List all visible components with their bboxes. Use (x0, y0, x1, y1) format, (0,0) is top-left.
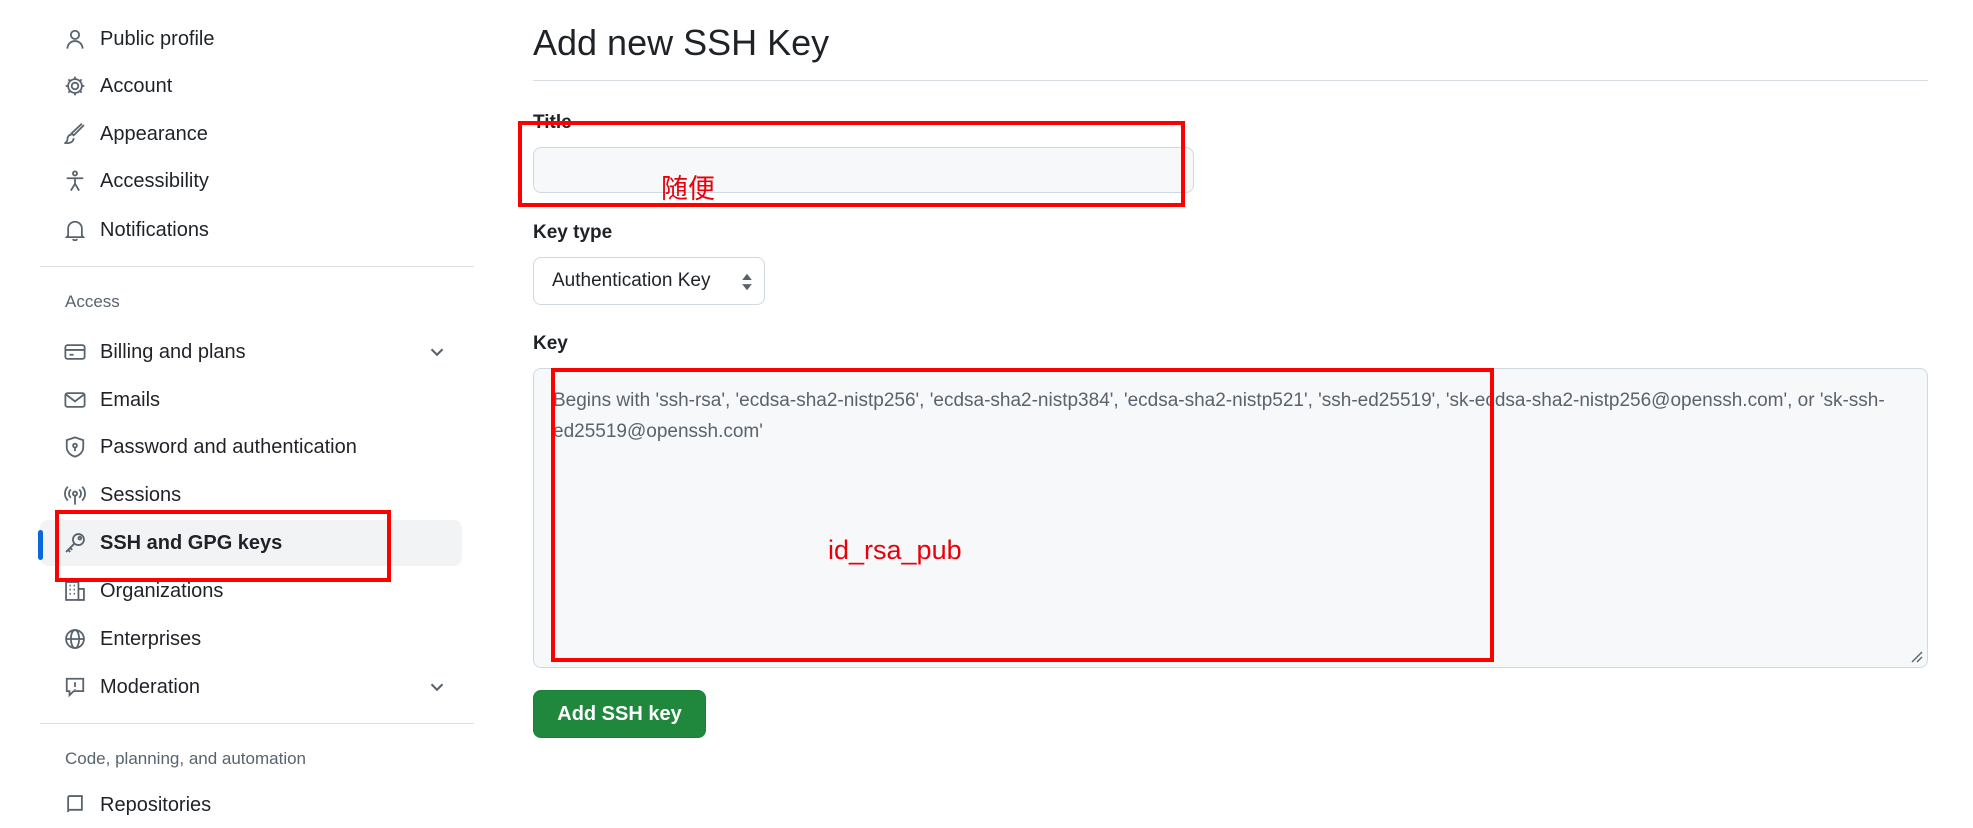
sidebar-divider (40, 723, 474, 724)
bell-icon (64, 219, 86, 241)
key-type-selected: Authentication Key (552, 270, 711, 291)
sidebar-item-label: Appearance (100, 122, 208, 145)
sidebar-item-label: Repositories (100, 793, 212, 816)
shield-lock-icon (64, 436, 86, 458)
sidebar-item-label: Moderation (100, 675, 201, 698)
main-content: Add new SSH Key Title Key type Authentic… (533, 0, 1928, 807)
sidebar-item-label: Notifications (100, 218, 209, 241)
sidebar-item-label: Accessibility (100, 169, 209, 192)
credit-card-icon (64, 341, 86, 363)
sidebar-item-label: Account (100, 74, 173, 97)
accessibility-icon (64, 170, 86, 192)
page-title: Add new SSH Key (533, 22, 830, 63)
sidebar-item-enterprises[interactable]: Enterprises (40, 616, 462, 662)
key-icon (64, 532, 86, 554)
report-icon (64, 676, 86, 698)
paintbrush-icon (64, 123, 86, 145)
sidebar-item-label: Sessions (100, 483, 182, 506)
title-input[interactable] (533, 147, 1194, 193)
key-placeholder: Begins with 'ssh-rsa', 'ecdsa-sha2-nistp… (553, 390, 1885, 442)
organization-icon (64, 580, 86, 602)
sidebar-item-appearance[interactable]: Appearance (40, 111, 462, 157)
sidebar-item-label: Emails (100, 388, 161, 411)
repo-icon (64, 794, 86, 816)
active-indicator (38, 530, 43, 560)
key-label: Key (533, 333, 568, 354)
annotation-title-note: 随便 (661, 174, 715, 204)
chevron-down-icon[interactable] (426, 676, 448, 698)
sidebar-item-label: Public profile (100, 27, 215, 50)
add-ssh-key-button[interactable]: Add SSH key (533, 690, 706, 738)
sidebar-item-notifications[interactable]: Notifications (40, 207, 462, 253)
sidebar-item-ssh-gpg-keys[interactable]: SSH and GPG keys (38, 520, 462, 566)
person-icon (64, 28, 86, 50)
settings-sidebar: Public profile Account Appearance Access… (0, 0, 480, 816)
sidebar-item-label: Enterprises (100, 627, 202, 650)
section-heading-code: Code, planning, and automation (65, 749, 307, 768)
resize-handle-icon[interactable] (1909, 649, 1923, 663)
key-type-label: Key type (533, 222, 613, 243)
title-divider (533, 80, 1928, 81)
sidebar-item-public-profile[interactable]: Public profile (40, 16, 462, 62)
gear-icon (64, 75, 86, 97)
key-textarea[interactable]: Begins with 'ssh-rsa', 'ecdsa-sha2-nistp… (533, 368, 1928, 668)
key-type-select[interactable]: Authentication Key (533, 257, 765, 305)
sidebar-item-label: Password and authentication (100, 435, 357, 458)
sidebar-item-account[interactable]: Account (40, 63, 462, 109)
sidebar-item-repositories[interactable]: Repositories (40, 782, 462, 828)
sidebar-item-label: Billing and plans (100, 340, 246, 363)
sidebar-item-moderation[interactable]: Moderation (40, 664, 462, 710)
sidebar-item-label: Organizations (100, 579, 224, 602)
select-arrows-icon (742, 273, 752, 291)
sidebar-item-label: SSH and GPG keys (100, 531, 283, 554)
sidebar-item-emails[interactable]: Emails (40, 377, 462, 423)
globe-icon (64, 628, 86, 650)
sidebar-divider (40, 266, 474, 267)
sidebar-item-billing[interactable]: Billing and plans (40, 329, 462, 375)
sidebar-item-password-authentication[interactable]: Password and authentication (40, 424, 462, 470)
mail-icon (64, 389, 86, 411)
section-heading-access: Access (65, 292, 120, 311)
broadcast-icon (64, 484, 86, 506)
annotation-key-note: id_rsa_pub (828, 535, 962, 565)
sidebar-item-organizations[interactable]: Organizations (40, 568, 462, 614)
chevron-down-icon[interactable] (426, 341, 448, 363)
title-label: Title (533, 112, 572, 133)
sidebar-item-sessions[interactable]: Sessions (40, 472, 462, 518)
sidebar-item-accessibility[interactable]: Accessibility (40, 158, 462, 204)
